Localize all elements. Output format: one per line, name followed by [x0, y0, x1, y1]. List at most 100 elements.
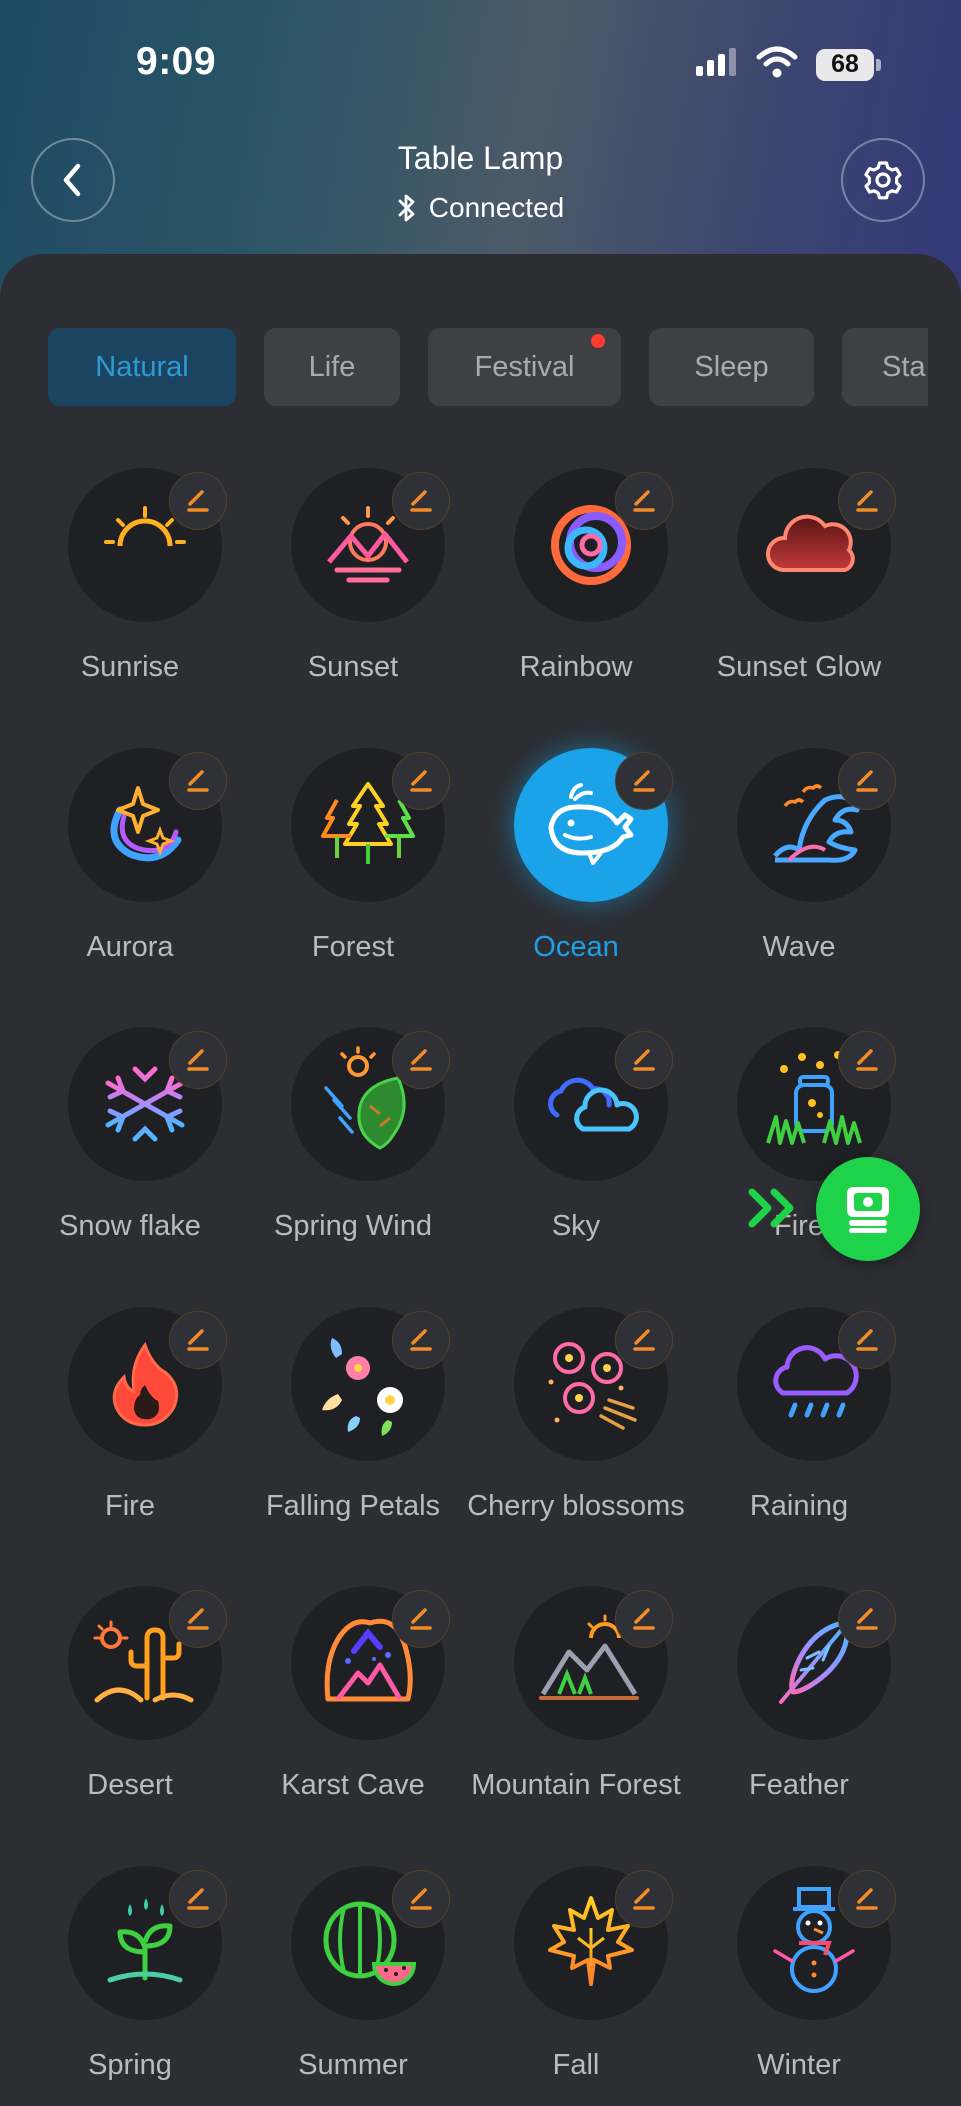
edit-button[interactable]: [838, 1031, 896, 1089]
edit-button[interactable]: [838, 472, 896, 530]
scene-label: Rainbow: [519, 651, 633, 683]
battery-icon: 68: [816, 48, 881, 81]
settings-button[interactable]: [841, 138, 925, 222]
scene-item-sunrise[interactable]: Sunrise: [15, 468, 245, 708]
scene-item-spring-wind[interactable]: Spring Wind: [238, 1027, 468, 1267]
pencil-icon: [187, 1608, 209, 1630]
scene-item-fall[interactable]: Fall: [461, 1866, 691, 2106]
pencil-icon: [410, 1049, 432, 1071]
edit-button[interactable]: [838, 1870, 896, 1928]
pencil-icon: [633, 490, 655, 512]
status-time: 9:09: [136, 40, 217, 83]
edit-button[interactable]: [169, 1031, 227, 1089]
scene-label: Sunrise: [80, 651, 180, 683]
pencil-icon: [856, 1608, 878, 1630]
scene-item-desert[interactable]: Desert: [15, 1586, 245, 1826]
scene-item-rainbow[interactable]: Rainbow: [461, 468, 691, 708]
scene-item-mountain-forest[interactable]: Mountain Forest: [461, 1586, 691, 1826]
scene-item-summer[interactable]: Summer: [238, 1866, 468, 2106]
connection-status-label: Connected: [428, 192, 565, 223]
scene-label: Snow flake: [59, 1210, 201, 1242]
pencil-icon: [187, 1329, 209, 1351]
scene-item-sunset-glow[interactable]: Sunset Glow: [684, 468, 914, 708]
edit-button[interactable]: [169, 1590, 227, 1648]
scene-label: Karst Cave: [281, 1769, 425, 1801]
edit-button[interactable]: [169, 752, 227, 810]
edit-button[interactable]: [615, 1870, 673, 1928]
scene-label: Spring Wind: [274, 1210, 432, 1242]
pencil-icon: [410, 1329, 432, 1351]
connection-status: Connected: [0, 192, 961, 224]
edit-button[interactable]: [615, 472, 673, 530]
scene-item-ocean[interactable]: Ocean: [461, 748, 691, 988]
scene-item-sunset[interactable]: Sunset: [238, 468, 468, 708]
pencil-icon: [856, 490, 878, 512]
pencil-icon: [410, 770, 432, 792]
scene-item-winter[interactable]: Winter: [684, 1866, 914, 2106]
tab-festival[interactable]: Festival: [428, 328, 621, 406]
scene-item-cherry-blossoms[interactable]: Cherry blossoms: [461, 1307, 691, 1547]
pencil-icon: [856, 1049, 878, 1071]
scene-item-fire[interactable]: Fire: [15, 1307, 245, 1547]
pencil-icon: [187, 490, 209, 512]
edit-button[interactable]: [169, 472, 227, 530]
scene-item-forest[interactable]: Forest: [238, 748, 468, 988]
double-chevron-icon: [748, 1188, 802, 1233]
wifi-icon: [756, 46, 798, 83]
scene-label: Mountain Forest: [471, 1769, 681, 1801]
tab-sleep[interactable]: Sleep: [649, 328, 814, 406]
scene-label: Sky: [551, 1210, 601, 1242]
status-icons: 68: [696, 46, 881, 83]
edit-button[interactable]: [392, 1590, 450, 1648]
edit-button[interactable]: [838, 1311, 896, 1369]
bluetooth-icon: [398, 194, 415, 222]
scene-label: Desert: [87, 1769, 173, 1801]
tab-life[interactable]: Life: [264, 328, 400, 406]
edit-button[interactable]: [392, 1031, 450, 1089]
edit-button[interactable]: [838, 752, 896, 810]
scene-item-wave[interactable]: Wave: [684, 748, 914, 988]
pencil-icon: [187, 770, 209, 792]
edit-button[interactable]: [615, 1031, 673, 1089]
edit-button[interactable]: [615, 1590, 673, 1648]
scene-item-raining[interactable]: Raining: [684, 1307, 914, 1547]
scene-item-spring[interactable]: Spring: [15, 1866, 245, 2106]
tab-natural[interactable]: Natural: [48, 328, 236, 406]
edit-button[interactable]: [392, 472, 450, 530]
edit-button[interactable]: [838, 1590, 896, 1648]
edit-button[interactable]: [169, 1870, 227, 1928]
floating-action-button[interactable]: [816, 1157, 920, 1261]
scene-item-karst-cave[interactable]: Karst Cave: [238, 1586, 468, 1826]
page-title: Table Lamp: [397, 140, 564, 176]
scene-item-sky[interactable]: Sky: [461, 1027, 691, 1267]
scene-label: Sunset: [307, 651, 399, 683]
pencil-icon: [187, 1049, 209, 1071]
category-tabs: Natural Life Festival Sleep Sta: [48, 328, 928, 408]
edit-button[interactable]: [392, 1870, 450, 1928]
gear-icon: [864, 161, 902, 200]
cellular-signal-icon: [696, 48, 738, 81]
battery-level: 68: [816, 48, 874, 81]
scene-label: Fire: [105, 1490, 155, 1522]
edit-button[interactable]: [392, 1311, 450, 1369]
pencil-icon: [410, 1888, 432, 1910]
scene-item-snow-flake[interactable]: Snow flake: [15, 1027, 245, 1267]
scene-item-aurora[interactable]: Aurora: [15, 748, 245, 988]
scene-label: Wave: [762, 931, 836, 963]
pencil-icon: [633, 1049, 655, 1071]
scene-label: Sunset Glow: [716, 651, 882, 683]
scene-label: Raining: [749, 1490, 849, 1522]
screen-record-icon: [847, 1187, 889, 1233]
scene-label: Forest: [311, 931, 395, 963]
scene-item-feather[interactable]: Feather: [684, 1586, 914, 1826]
scene-label: Falling Petals: [265, 1490, 441, 1522]
scene-label: Cherry blossoms: [467, 1490, 685, 1522]
edit-button[interactable]: [169, 1311, 227, 1369]
edit-button[interactable]: [392, 752, 450, 810]
scene-item-falling-petals[interactable]: Falling Petals: [238, 1307, 468, 1547]
edit-button[interactable]: [615, 752, 673, 810]
tab-more[interactable]: Sta: [842, 328, 928, 406]
scene-label: Aurora: [86, 931, 174, 963]
pencil-icon: [633, 1329, 655, 1351]
edit-button[interactable]: [615, 1311, 673, 1369]
